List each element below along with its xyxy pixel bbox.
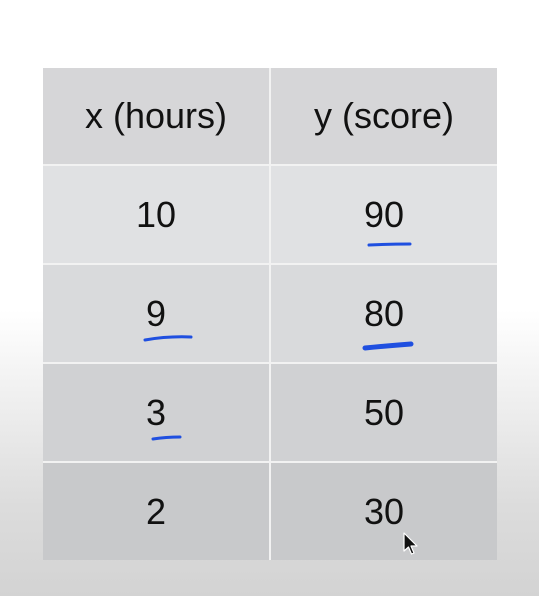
cell-x-row-1: 10 bbox=[43, 165, 271, 265]
cell-y-row-2: 80 bbox=[270, 264, 497, 364]
data-table: x (hours) y (score) 10 90 9 80 3 50 2 30 bbox=[43, 68, 497, 560]
column-header-y: y (score) bbox=[270, 68, 497, 166]
table-header-row: x (hours) y (score) bbox=[43, 68, 497, 166]
cell-x-row-3: 3 bbox=[43, 363, 271, 463]
cell-y-row-4: 30 bbox=[270, 462, 497, 560]
cell-y-row-3: 50 bbox=[270, 363, 497, 463]
table-row: 3 50 bbox=[43, 363, 497, 463]
table-row: 10 90 bbox=[43, 165, 497, 265]
cell-x-row-2: 9 bbox=[43, 264, 271, 364]
column-header-x: x (hours) bbox=[43, 68, 271, 166]
table-row: 9 80 bbox=[43, 264, 497, 364]
mouse-pointer-icon bbox=[403, 532, 418, 555]
cell-x-row-4: 2 bbox=[43, 462, 271, 560]
cell-y-row-1: 90 bbox=[270, 165, 497, 265]
table-row: 2 30 bbox=[43, 462, 497, 560]
